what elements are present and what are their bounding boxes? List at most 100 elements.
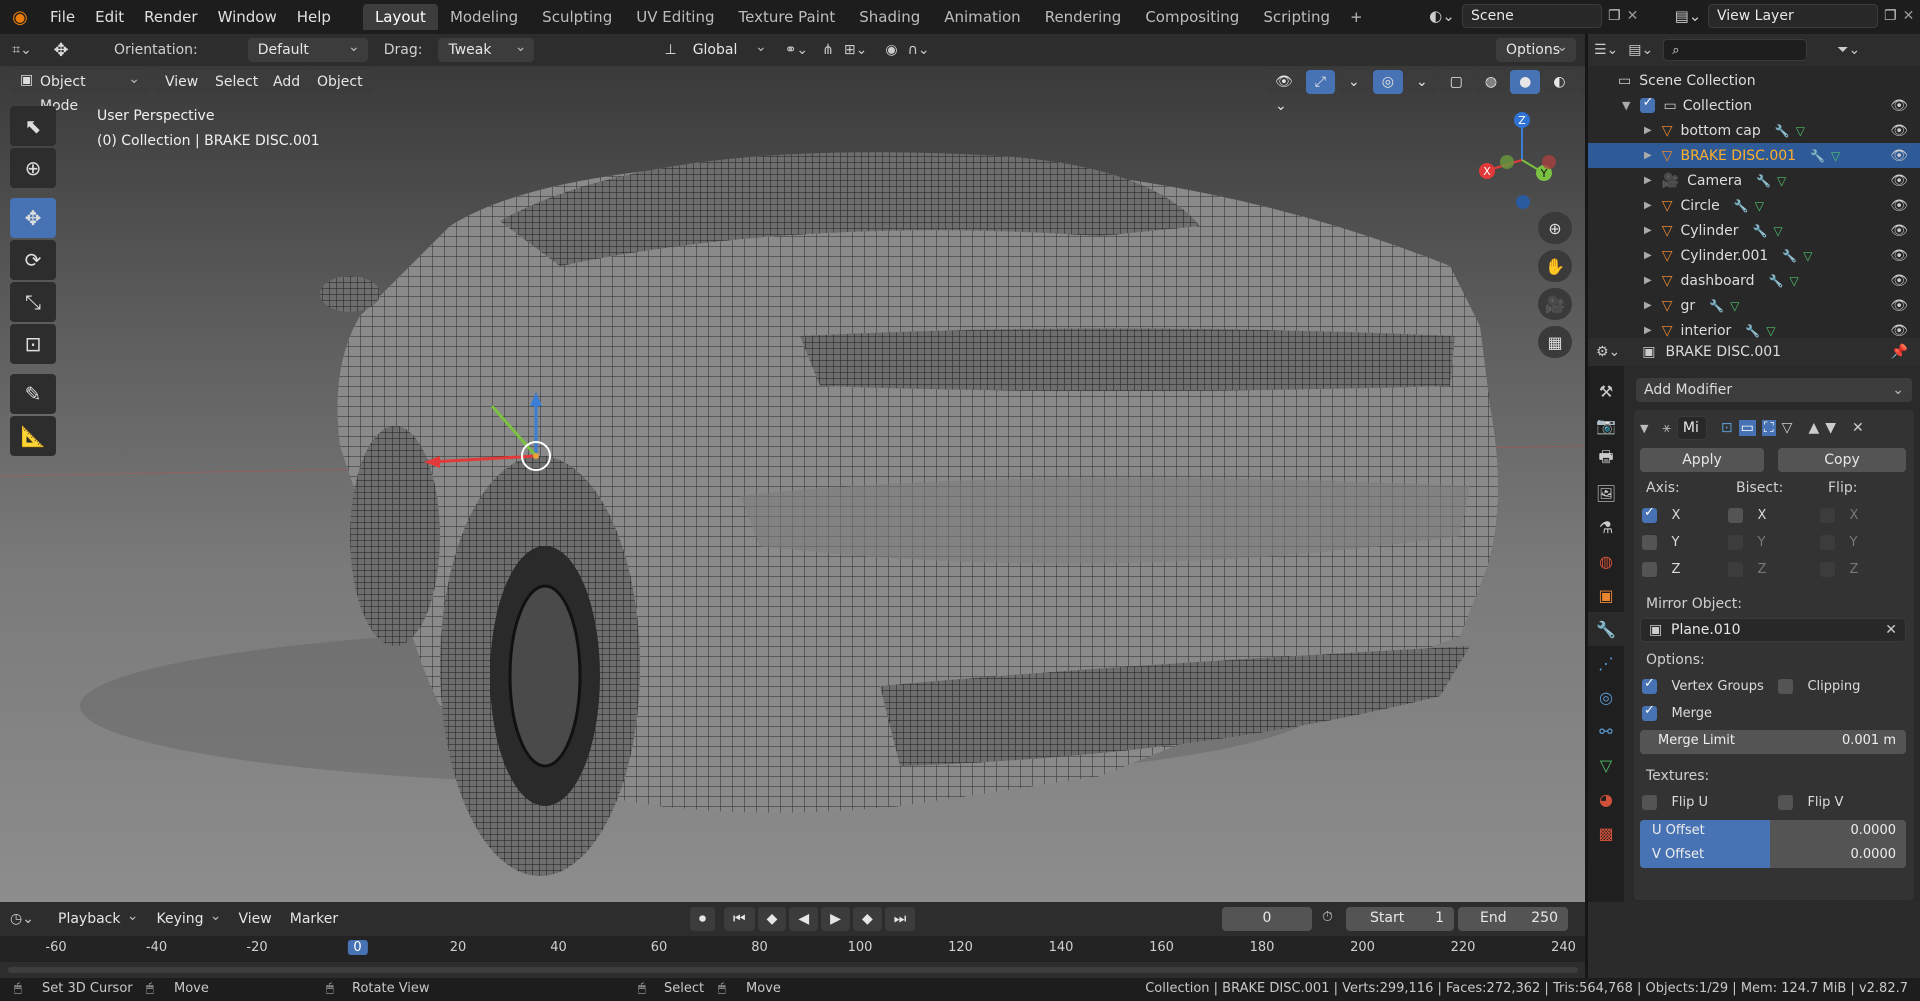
scene-tab-icon[interactable]: ⚗ [1588,510,1624,544]
expand-arrow-icon[interactable]: ▶ [1644,325,1652,336]
start-frame-field[interactable]: Start 1 [1346,907,1454,931]
tab-sculpting[interactable]: Sculpting [530,4,624,30]
bisect-y-checkbox[interactable] [1728,534,1743,550]
modifier-wrench-icon[interactable]: 🔧 [1775,124,1790,138]
cursor-tool-icon[interactable]: ⊕ [10,148,56,188]
menu-window[interactable]: Window [208,0,287,34]
view-layer-field[interactable]: View Layer [1708,4,1878,28]
playback-menu[interactable]: Playback [48,904,146,931]
frame-ruler[interactable]: -60 -40 -20 0 20 40 60 80 100 120 140 160 180 200 220 2… [0,936,1585,962]
apply-button[interactable]: Apply [1640,448,1764,472]
snap-target-icon[interactable]: ⊞⌄ [844,42,867,58]
area-divider[interactable] [1585,34,1588,978]
outliner-item[interactable]: ▶ ▽ bottom cap 🔧 ▽ 👁 [1588,118,1920,143]
eye-icon[interactable]: 👁 [1890,148,1908,164]
eye-icon[interactable]: 👁 [1890,223,1908,239]
texture-tab-icon[interactable]: ▩ [1588,816,1624,850]
view-layer-icon[interactable]: ▤⌄ [1674,7,1702,25]
pivot-icon[interactable]: ⚭⌄ [785,42,808,58]
menu-file[interactable]: File [40,0,85,34]
pin-icon[interactable]: 📌 [1891,344,1908,360]
select-menu[interactable]: Select [206,70,268,94]
navigation-gizmo[interactable]: Z X Y [1477,110,1567,210]
collapse-arrow-icon[interactable]: ▼ [1640,422,1648,435]
flip-u-checkbox[interactable] [1642,794,1657,810]
merge-limit-slider[interactable]: Merge Limit 0.001 m [1640,730,1906,754]
constraints-tab-icon[interactable]: ⚯ [1588,714,1624,748]
mesh-data-icon[interactable]: ▽ [1796,124,1805,138]
filter-icon[interactable]: ⏷⌄ [1837,42,1860,58]
render-toggle-icon[interactable]: ⛶ [1761,420,1776,436]
modifier-wrench-icon[interactable]: 🔧 [1782,249,1797,263]
snap-icon[interactable]: ⋔ [822,42,834,58]
mesh-data-icon[interactable]: ▽ [1831,149,1840,163]
flip-v-checkbox[interactable] [1778,794,1793,810]
tab-uv-editing[interactable]: UV Editing [624,4,726,30]
outliner-item[interactable]: ▶ ▽ Circle 🔧 ▽ 👁 [1588,193,1920,218]
play-reverse-icon[interactable]: ◀ [789,907,819,931]
outliner-editor-icon[interactable]: ☰⌄ [1594,42,1618,58]
tab-scripting[interactable]: Scripting [1251,4,1342,30]
axis-z-checkbox[interactable] [1642,561,1657,577]
car-mesh-render[interactable] [0,66,1585,902]
properties-editor-icon[interactable]: ⚙⌄ [1596,344,1620,360]
tab-layout[interactable]: Layout [362,4,438,30]
editor-type-icon[interactable]: ⌗⌄ [0,42,44,58]
bisect-x-checkbox[interactable] [1728,507,1743,523]
play-icon[interactable]: ▶ [821,907,850,931]
delete-scene-icon[interactable]: ✕ [1627,8,1639,24]
tab-rendering[interactable]: Rendering [1033,4,1134,30]
expand-arrow-icon[interactable]: ▶ [1644,225,1652,236]
mirror-object-field[interactable]: ▣ Plane.010 ✕ [1640,618,1906,642]
move-down-icon[interactable]: ▼ [1825,420,1836,436]
scale-tool-icon[interactable]: ⤡ [10,282,56,322]
mesh-data-icon[interactable]: ▽ [1773,224,1782,238]
remove-modifier-icon[interactable]: ✕ [1852,420,1864,436]
timeline-editor-icon[interactable]: ◷⌄ [0,911,44,927]
annotate-tool-icon[interactable]: ✎ [10,374,56,414]
outliner-item[interactable]: ▶ ▽ gr 🔧 ▽ 👁 [1588,293,1920,318]
expand-arrow-icon[interactable]: ▶ [1644,250,1652,261]
outliner-search-input[interactable]: ⌕ [1663,39,1808,61]
render-tab-icon[interactable]: 📷 [1588,408,1624,442]
expand-arrow-icon[interactable]: ▶ [1644,300,1652,311]
mesh-data-icon[interactable]: ▽ [1755,199,1764,213]
clear-field-icon[interactable]: ✕ [1885,619,1897,641]
scene-field[interactable]: Scene [1462,4,1602,28]
prev-keyframe-icon[interactable]: ◆ [757,907,787,931]
rotate-tool-icon[interactable]: ⟳ [10,240,56,280]
solid-shading-icon[interactable]: ● [1510,70,1541,94]
menu-edit[interactable]: Edit [85,0,134,34]
material-shading-icon[interactable]: ◐ [1544,70,1575,94]
collection-checkbox[interactable] [1640,95,1656,113]
menu-help[interactable]: Help [287,0,341,34]
eye-icon[interactable]: 👁 [1890,273,1908,289]
mesh-data-icon[interactable]: ▽ [1766,324,1775,338]
modifier-wrench-icon[interactable]: 🔧 [1769,274,1784,288]
blender-icon[interactable]: ◉ [0,7,40,28]
clipping-checkbox[interactable] [1778,678,1793,694]
select-box-tool-icon[interactable]: ⬉ [10,106,56,146]
add-menu[interactable]: Add [264,70,310,94]
measure-tool-icon[interactable]: 📐 [10,416,56,456]
tab-compositing[interactable]: Compositing [1133,4,1251,30]
move-up-icon[interactable]: ▲ [1808,420,1819,436]
pan-hand-icon[interactable]: ✋ [1538,250,1572,282]
eye-icon[interactable]: 👁 [1890,323,1908,339]
current-frame-field[interactable]: 0 [1222,907,1312,931]
wireframe-shading-icon[interactable]: ◍ [1475,70,1507,94]
material-tab-icon[interactable]: ◕ [1588,782,1624,816]
zoom-icon[interactable]: ⊕ [1538,212,1572,244]
delete-view-layer-icon[interactable]: ✕ [1903,8,1915,24]
modifier-tab-icon[interactable]: 🔧 [1588,612,1624,646]
3d-viewport[interactable]: Object Mode ▣ View Select Add Object 👁⌄ … [0,66,1585,902]
camera-view-icon[interactable]: 🎥 [1538,288,1572,320]
add-workspace-button[interactable]: + [1342,4,1371,30]
mesh-data-icon[interactable]: ▽ [1803,249,1812,263]
mesh-data-icon[interactable]: ▽ [1790,274,1799,288]
particles-tab-icon[interactable]: ⋰ [1588,646,1624,680]
object-tab-icon[interactable]: ▣ [1588,578,1624,612]
merge-checkbox[interactable] [1642,703,1657,721]
eye-icon[interactable]: 👁 [1890,98,1908,114]
cage-toggle-icon[interactable]: ▽ [1782,420,1793,436]
